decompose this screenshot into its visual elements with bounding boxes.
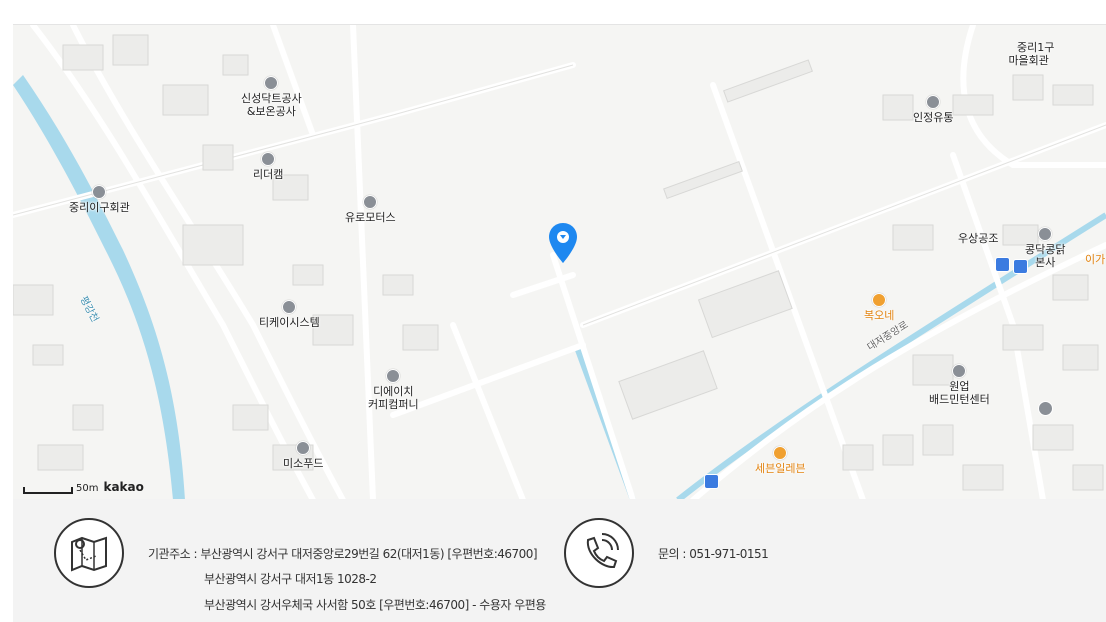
poi-wonup[interactable]: 원업 배드민턴센터 — [929, 338, 990, 406]
poi-injeong[interactable]: 인정유통 — [913, 95, 953, 124]
poi-sinseong[interactable]: 신성닥트공사 &보온공사 — [241, 50, 302, 118]
address-line-2: 부산광역시 강서구 대저1동 1028-2 — [204, 572, 377, 586]
address-line-1: 기관주소 : 부산광역시 강서구 대저중앙로29번길 62(대저1동) [우편번… — [148, 547, 538, 561]
building-icon — [264, 76, 279, 90]
phone-icon — [564, 518, 634, 588]
poi-dh[interactable]: 디에이치 커피컴퍼니 — [368, 343, 419, 411]
poi-leader[interactable]: 리더캠 — [253, 152, 283, 181]
building-icon — [1038, 227, 1053, 241]
poi-jungri1gu[interactable]: 중리1구 마을회관 — [1003, 28, 1054, 67]
bus-stop-icon[interactable] — [1013, 259, 1028, 274]
building-icon — [386, 369, 401, 383]
poi-bokone[interactable]: 복오네 — [864, 293, 894, 322]
building-icon — [282, 300, 297, 314]
building-icon — [926, 95, 941, 109]
map[interactable]: 평강천 대저중앙로 이가 신성닥트공사 &보온공사 중리1구 마을회관 인정유통… — [13, 24, 1106, 500]
poi-jungri2[interactable]: 중리이구회관 — [69, 185, 130, 214]
car-icon — [363, 195, 378, 209]
building-icon — [296, 441, 311, 455]
bus-stop-icon[interactable] — [995, 257, 1010, 272]
kakao-logo: kakao — [103, 480, 144, 494]
poi-miso[interactable]: 미소푸드 — [283, 441, 323, 470]
store-icon — [773, 446, 788, 460]
restaurant-icon — [872, 293, 887, 307]
poi-kongdak[interactable]: 콩닥콩닭 본사 — [1025, 201, 1065, 269]
contact-phone: 문의 : 051-971-0151 — [658, 547, 769, 561]
address-line-3: 부산광역시 강서우체국 사서함 50호 [우편번호:46700] - 수용자 우… — [204, 598, 546, 612]
building-icon — [92, 185, 107, 199]
poi-tk[interactable]: 티케이시스템 — [259, 300, 320, 329]
map-scale: 50m kakao — [23, 480, 144, 494]
poi-euro[interactable]: 유로모터스 — [345, 195, 396, 224]
location-pin-icon[interactable] — [549, 223, 577, 263]
footer: 기관주소 : 부산광역시 강서구 대저중앙로29번길 62(대저1동) [우편번… — [13, 499, 1106, 622]
bus-stop-icon[interactable] — [704, 474, 719, 489]
scale-label: 50m — [76, 483, 99, 494]
building-icon — [261, 152, 276, 166]
parking-icon[interactable] — [1038, 401, 1053, 416]
building-icon — [952, 364, 967, 378]
edge-label: 이가 — [1085, 253, 1106, 266]
scale-bar — [23, 487, 73, 494]
poi-seven[interactable]: 세븐일레븐 — [755, 446, 806, 475]
map-icon — [54, 518, 124, 588]
poi-usang[interactable]: 우상공조 — [958, 232, 998, 245]
